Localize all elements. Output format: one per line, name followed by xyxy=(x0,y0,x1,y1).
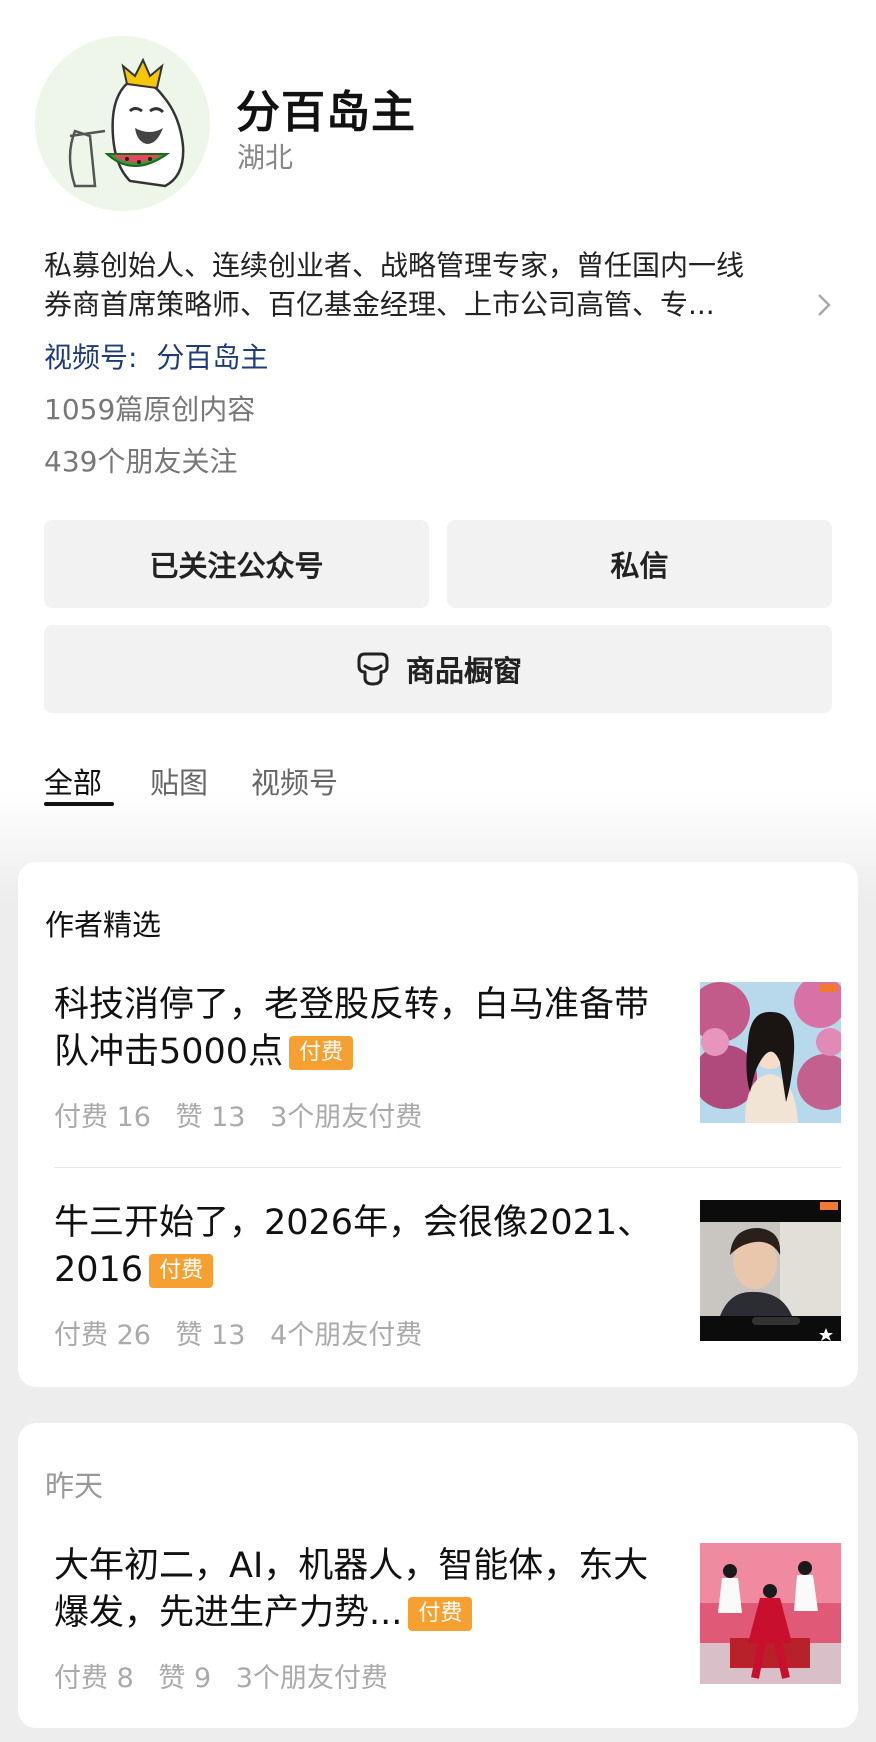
article-thumbnail xyxy=(700,1200,841,1341)
tab-underline xyxy=(44,802,114,806)
followed-button-label: 已关注公众号 xyxy=(149,549,324,583)
channel-link[interactable]: 视频号: 分百岛主 xyxy=(44,336,268,376)
tab-all[interactable]: 全部 xyxy=(44,760,102,802)
friends-paid: 4个朋友付费 xyxy=(270,1320,423,1351)
article-meta: 付费 8 赞 9 3个朋友付费 xyxy=(54,1656,404,1695)
paid-count: 付费 8 xyxy=(54,1663,134,1694)
message-button[interactable]: 私信 xyxy=(447,520,832,608)
article-title: 科技消停了，老登股反转，白马准备带队冲击5000点 付费 xyxy=(54,982,674,1076)
paid-badge: 付费 xyxy=(289,1036,354,1070)
yesterday-card: 昨天 大年初二，AI，机器人，智能体，东大爆发，先进生产力势... 付费 付费 8… xyxy=(18,1423,858,1728)
channel-label: 视频号: xyxy=(44,341,138,374)
bio-line: 券商首席策略师、百亿基金经理、上市公司高管、专... xyxy=(44,288,715,321)
paid-badge: 付费 xyxy=(408,1597,473,1631)
shop-window-button[interactable]: 商品橱窗 xyxy=(44,625,832,713)
article-meta: 付费 16 赞 13 3个朋友付费 xyxy=(54,1095,438,1134)
divider xyxy=(54,1167,841,1168)
paid-count: 付费 26 xyxy=(54,1320,151,1351)
article-item[interactable]: 科技消停了，老登股反转，白马准备带队冲击5000点 付费 付费 16 赞 13 3… xyxy=(54,982,841,1133)
bio-line: 私募创始人、连续创业者、战略管理专家，曾任国内一线 xyxy=(44,249,745,282)
featured-title: 作者精选 xyxy=(45,908,162,942)
profile-name: 分百岛主 xyxy=(236,87,416,138)
paid-count: 付费 16 xyxy=(54,1102,151,1133)
shop-window-label: 商品橱窗 xyxy=(405,654,522,688)
paid-badge: 付费 xyxy=(149,1254,214,1288)
profile-bio[interactable]: 私募创始人、连续创业者、战略管理专家，曾任国内一线 券商首席策略师、百亿基金经理… xyxy=(44,246,824,324)
chevron-right-icon[interactable] xyxy=(814,290,834,320)
like-count: 赞 13 xyxy=(175,1102,246,1133)
article-thumbnail xyxy=(700,1543,841,1684)
like-count: 赞 9 xyxy=(158,1663,212,1694)
message-button-label: 私信 xyxy=(610,549,669,583)
tab-channels[interactable]: 视频号 xyxy=(251,760,338,802)
article-item[interactable]: 牛三开始了，2026年，会很像2021、2016 付费 付费 26 赞 13 4个… xyxy=(54,1200,841,1351)
like-count: 赞 13 xyxy=(175,1320,246,1351)
article-title-text: 大年初二，AI，机器人，智能体，东大爆发，先进生产力势... xyxy=(54,1546,649,1633)
profile-region: 湖北 xyxy=(237,141,294,174)
featured-card: 作者精选 科技消停了，老登股反转，白马准备带队冲击5000点 付费 付费 16 赞… xyxy=(18,862,858,1387)
avatar[interactable] xyxy=(35,36,210,211)
article-title: 牛三开始了，2026年，会很像2021、2016 付费 xyxy=(54,1200,674,1294)
article-title: 大年初二，AI，机器人，智能体，东大爆发，先进生产力势... 付费 xyxy=(54,1543,674,1637)
article-meta: 付费 26 赞 13 4个朋友付费 xyxy=(54,1313,438,1352)
article-thumbnail xyxy=(700,982,841,1123)
profile-header: 分百岛主 湖北 私募创始人、连续创业者、战略管理专家，曾任国内一线 券商首席策略… xyxy=(0,0,876,806)
channel-name: 分百岛主 xyxy=(156,341,269,374)
shop-icon xyxy=(357,652,389,686)
tab-images[interactable]: 贴图 xyxy=(150,760,208,802)
followed-button[interactable]: 已关注公众号 xyxy=(44,520,429,608)
friends-paid: 3个朋友付费 xyxy=(270,1102,423,1133)
date-header: 昨天 xyxy=(45,1469,104,1503)
friends-following[interactable]: 439个朋友关注 xyxy=(44,440,237,480)
article-item[interactable]: 大年初二，AI，机器人，智能体，东大爆发，先进生产力势... 付费 付费 8 赞 … xyxy=(54,1543,841,1694)
friends-paid: 3个朋友付费 xyxy=(235,1663,388,1694)
article-title-text: 牛三开始了，2026年，会很像2021、2016 xyxy=(54,1203,653,1290)
original-count[interactable]: 1059篇原创内容 xyxy=(44,388,255,428)
